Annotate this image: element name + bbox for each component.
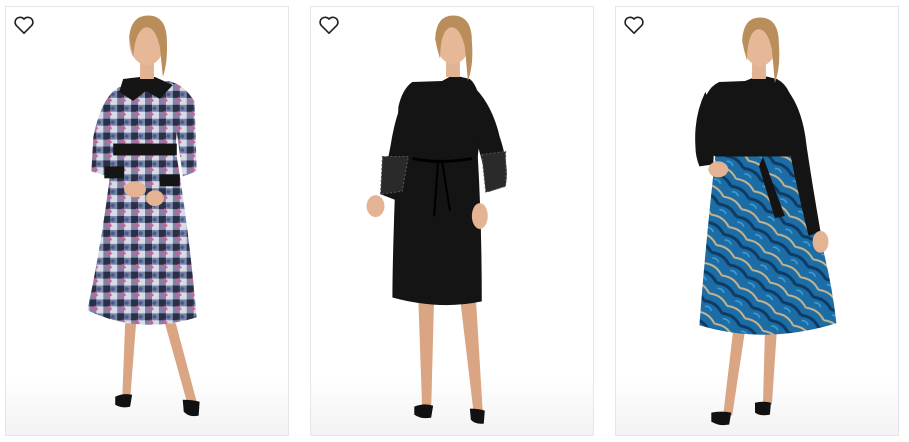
product-card[interactable] (615, 6, 899, 436)
product-image[interactable] (311, 7, 593, 435)
product-card[interactable] (5, 6, 289, 436)
product-image[interactable] (6, 7, 288, 435)
product-image[interactable] (616, 7, 898, 435)
product-grid (0, 0, 909, 442)
product-card[interactable] (310, 6, 594, 436)
heart-outline-icon[interactable] (318, 15, 340, 35)
heart-outline-icon[interactable] (13, 15, 35, 35)
heart-outline-icon[interactable] (623, 15, 645, 35)
